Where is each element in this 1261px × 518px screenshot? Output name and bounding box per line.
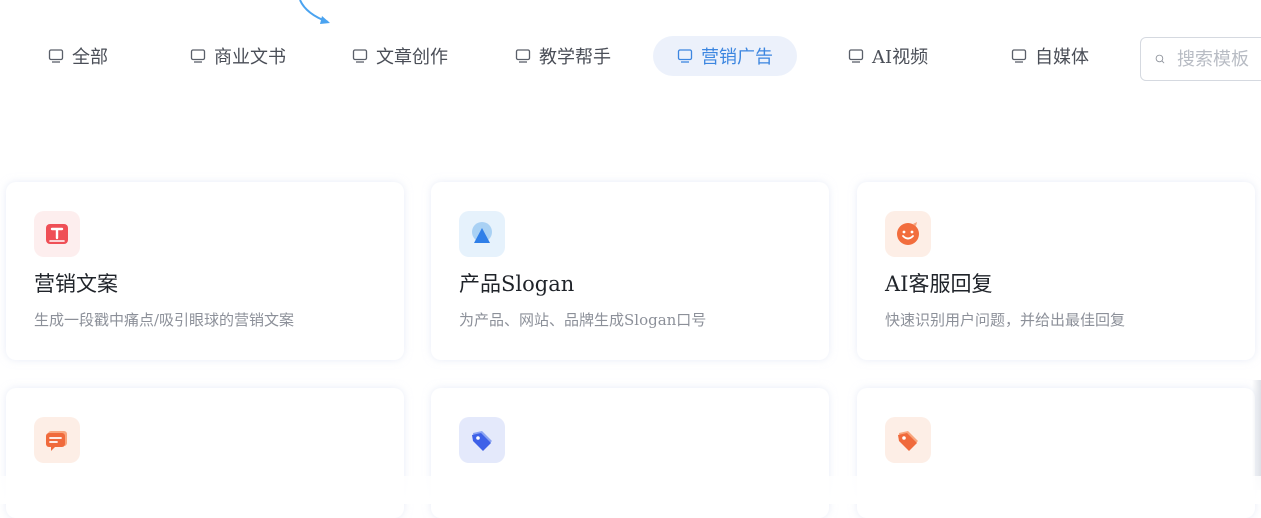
tab-business-docs[interactable]: 商业文书 [190,36,286,76]
blue-tag-icon [472,431,492,451]
tab-label: 文章创作 [376,47,448,68]
search-box[interactable] [1140,37,1261,81]
monitor-icon [677,49,693,63]
tab-label: 商业文书 [214,47,286,68]
card-title: 营销文案 [34,272,118,296]
template-card-ai-customer-reply[interactable]: AI客服回复 快速识别用户问题，并给出最佳回复 [857,182,1255,360]
tab-label: 营销广告 [701,47,773,68]
card-description: 生成一段戳中痛点/吸引眼球的营销文案 [34,311,295,329]
tab-ai-video[interactable]: AI视频 [848,36,928,76]
tab-marketing-ads[interactable]: 营销广告 [653,36,797,76]
card-icon-box [885,211,931,257]
bottom-fade [0,476,1261,504]
monitor-icon [48,49,64,63]
card-icon-box [459,417,505,463]
tab-label: 自媒体 [1035,47,1089,68]
message-icon [46,431,67,451]
monitor-icon [1011,49,1027,63]
monitor-icon [848,49,864,63]
card-description: 为产品、网站、品牌生成Slogan口号 [459,311,707,329]
card-title: AI客服回复 [885,272,993,296]
category-tabs: 全部 商业文书 文章创作 教学帮手 营销广告 AI视频 自媒体 [0,36,1261,76]
tab-label: 教学帮手 [539,47,611,68]
monitor-icon [190,49,206,63]
card-title: 产品Slogan [459,272,575,296]
text-t-icon [46,224,68,244]
arrow-decoration-icon [299,0,330,24]
monitor-icon [352,49,368,63]
card-icon-box [459,211,505,257]
tab-article-writing[interactable]: 文章创作 [352,36,448,76]
search-icon [1155,54,1165,64]
slogan-icon [472,222,492,243]
template-card-product-slogan[interactable]: 产品Slogan 为产品、网站、品牌生成Slogan口号 [431,182,829,360]
monitor-icon [515,49,531,63]
tab-all[interactable]: 全部 [48,36,108,76]
scroll-edge-shadow [1252,380,1261,490]
orange-tag-icon [898,431,918,451]
tab-teaching-helper[interactable]: 教学帮手 [515,36,611,76]
card-icon-box [885,417,931,463]
smile-chat-icon [897,222,919,245]
tab-self-media[interactable]: 自媒体 [1011,36,1089,76]
card-icon-box [34,417,80,463]
card-icon-box [34,211,80,257]
search-input[interactable] [1175,47,1261,71]
template-card-marketing-copy[interactable]: 营销文案 生成一段戳中痛点/吸引眼球的营销文案 [6,182,404,360]
tab-label: 全部 [72,47,108,68]
card-description: 快速识别用户问题，并给出最佳回复 [885,311,1126,329]
tab-label: AI视频 [872,47,929,68]
